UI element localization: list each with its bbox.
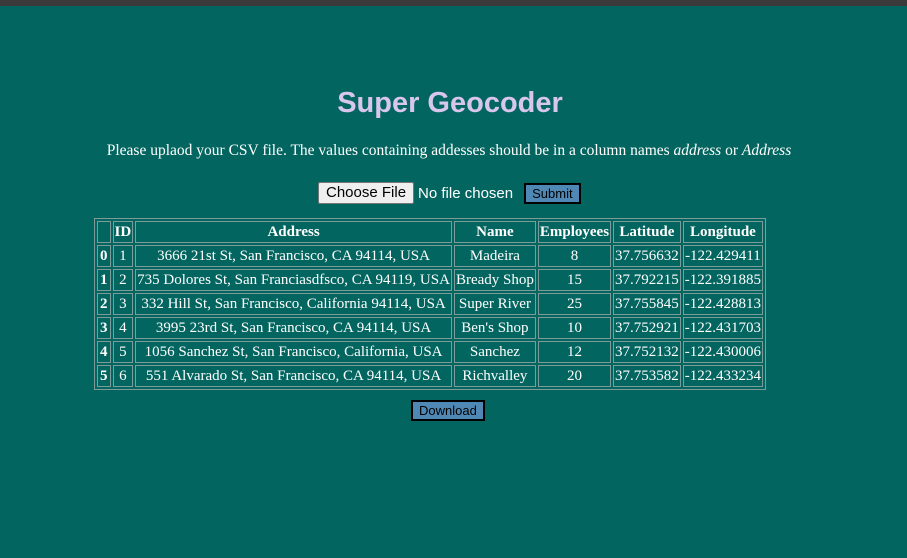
row-index: 5 (97, 365, 111, 387)
cell-address: 3995 23rd St, San Francisco, CA 94114, U… (135, 317, 452, 339)
browser-top-bar (0, 0, 907, 6)
header-address: Address (135, 221, 452, 243)
header-name: Name (453, 221, 536, 243)
instructions-column-name-lower: address (673, 142, 722, 159)
instructions-column-name-upper: Address (741, 142, 792, 159)
cell-latitude: 37.792215 (613, 269, 681, 291)
file-status-text: No file chosen (418, 184, 514, 202)
header-id: ID (112, 221, 134, 243)
cell-longitude: -122.428813 (682, 293, 764, 315)
page-title: Super Geocoder (337, 87, 563, 119)
cell-longitude: -122.433234 (682, 365, 764, 387)
cell-id: 6 (112, 365, 134, 387)
row-index: 3 (97, 317, 111, 339)
cell-address: 332 Hill St, San Francisco, California 9… (135, 293, 452, 315)
cell-longitude: -122.429411 (682, 245, 764, 267)
table-row: 0 1 3666 21st St, San Francisco, CA 9411… (97, 245, 764, 267)
download-button[interactable]: Download (411, 400, 485, 421)
results-table: ID Address Name Employees Latitude Longi… (94, 218, 767, 390)
header-employees: Employees (537, 221, 612, 243)
cell-longitude: -122.431703 (682, 317, 764, 339)
cell-employees: 20 (537, 365, 612, 387)
cell-name: Super River (453, 293, 536, 315)
cell-employees: 12 (537, 341, 612, 363)
cell-latitude: 37.752921 (613, 317, 681, 339)
row-index: 2 (97, 293, 111, 315)
table-row: 3 4 3995 23rd St, San Francisco, CA 9411… (97, 317, 764, 339)
cell-name: Bready Shop (453, 269, 536, 291)
choose-file-button[interactable]: Choose File (318, 182, 415, 204)
table-row: 1 2 735 Dolores St, San Franciasdfsco, C… (97, 269, 764, 291)
table-header-row: ID Address Name Employees Latitude Longi… (97, 221, 764, 243)
cell-address: 735 Dolores St, San Franciasdfsco, CA 94… (135, 269, 452, 291)
upload-form: Choose File No file chosen Submit (318, 181, 581, 205)
cell-employees: 8 (537, 245, 612, 267)
instructions-or: or (721, 142, 742, 159)
cell-address: 1056 Sanchez St, San Francisco, Californ… (135, 341, 452, 363)
cell-name: Richvalley (453, 365, 536, 387)
cell-name: Madeira (453, 245, 536, 267)
cell-employees: 25 (537, 293, 612, 315)
cell-id: 3 (112, 293, 134, 315)
results-table-container: ID Address Name Employees Latitude Longi… (94, 218, 767, 390)
cell-id: 1 (112, 245, 134, 267)
header-index (97, 221, 111, 243)
cell-longitude: -122.391885 (682, 269, 764, 291)
row-index: 1 (97, 269, 111, 291)
cell-id: 4 (112, 317, 134, 339)
cell-latitude: 37.753582 (613, 365, 681, 387)
cell-longitude: -122.430006 (682, 341, 764, 363)
upload-instructions: Please uplaod your CSV file. The values … (0, 141, 898, 161)
cell-employees: 15 (537, 269, 612, 291)
header-longitude: Longitude (682, 221, 764, 243)
cell-address: 551 Alvarado St, San Francisco, CA 94114… (135, 365, 452, 387)
table-row: 4 5 1056 Sanchez St, San Francisco, Cali… (97, 341, 764, 363)
cell-latitude: 37.756632 (613, 245, 681, 267)
cell-latitude: 37.752132 (613, 341, 681, 363)
table-row: 2 3 332 Hill St, San Francisco, Californ… (97, 293, 764, 315)
row-index: 4 (97, 341, 111, 363)
header-latitude: Latitude (613, 221, 681, 243)
cell-address: 3666 21st St, San Francisco, CA 94114, U… (135, 245, 452, 267)
cell-name: Sanchez (453, 341, 536, 363)
cell-latitude: 37.755845 (613, 293, 681, 315)
cell-id: 2 (112, 269, 134, 291)
cell-name: Ben's Shop (453, 317, 536, 339)
submit-button[interactable]: Submit (524, 182, 581, 204)
cell-id: 5 (112, 341, 134, 363)
cell-employees: 10 (537, 317, 612, 339)
table-row: 5 6 551 Alvarado St, San Francisco, CA 9… (97, 365, 764, 387)
row-index: 0 (97, 245, 111, 267)
instructions-text: Please uplaod your CSV file. The values … (106, 142, 674, 159)
